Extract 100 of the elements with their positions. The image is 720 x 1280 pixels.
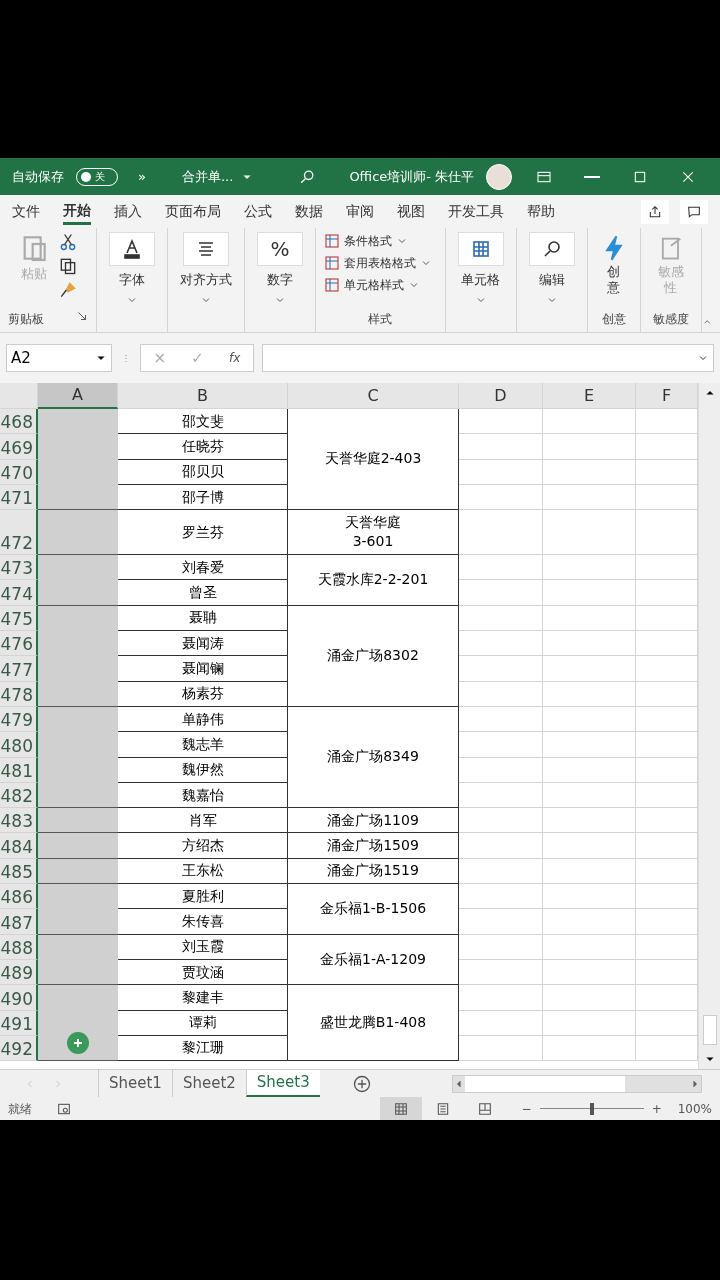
insert-function-button[interactable]: fx [229,349,241,367]
row-header[interactable]: 488 [0,934,38,960]
row-header[interactable]: 484 [0,833,38,859]
merged-cell: 金乐福1-B-1506 [288,884,459,935]
name-box[interactable]: A2 [6,344,112,372]
plus-icon [72,1037,84,1050]
style-menu-button[interactable]: 套用表格格式 [324,254,432,272]
merged-cell: 天霞水库2-2-201 [288,555,459,606]
column-header[interactable]: B [118,383,288,409]
ribbon-button[interactable]: 编辑 [524,232,579,306]
row-header[interactable]: 470 [0,459,38,485]
format-grid-icon [324,233,340,249]
row-header[interactable]: 472 [0,510,38,556]
ribbon-tab[interactable]: 帮助 [527,198,555,225]
copy-button[interactable] [58,256,78,276]
zoom-percentage[interactable]: 100% [677,1099,712,1118]
ribbon-tab[interactable]: 插入 [114,198,142,225]
merged-cell: 金乐福1-A-1209 [288,934,459,986]
ribbon-button[interactable]: 字体 [105,232,159,306]
group-label: 样式 [368,311,393,326]
copy-icon [58,256,78,276]
view-icon [476,1100,493,1117]
view-icon [392,1100,409,1117]
share-icon [647,203,663,220]
ribbon-button[interactable]: 对齐方式 [176,232,236,306]
view-button[interactable] [379,1097,422,1120]
more-commands[interactable]: » [138,166,146,187]
zoom-thumb[interactable] [589,1102,594,1115]
ribbon-tab[interactable]: 文件 [12,198,40,225]
row-header[interactable]: 485 [0,858,38,885]
row-header[interactable]: 481 [0,757,38,783]
zoom-slider[interactable] [539,1102,644,1115]
autosave-label: 自动保存 [12,167,64,186]
file-name-dropdown[interactable]: 合并单... [181,166,254,187]
row-header[interactable]: 492 [0,1035,38,1062]
share-button[interactable] [641,199,669,224]
merged-cell: 天誉华庭2-403 [288,409,459,511]
scissors-icon [58,232,78,252]
avatar[interactable] [486,163,513,190]
row-header[interactable]: 483 [0,808,38,834]
row-header[interactable]: 476 [0,631,38,657]
column-header[interactable]: C [288,383,459,409]
style-menu-button[interactable]: 条件格式 [324,232,408,250]
group-label: 创意 [601,311,626,326]
add-sheet-button[interactable] [351,1073,372,1094]
ribbon-tab[interactable]: 页面布局 [165,198,221,225]
creative-button[interactable]: 创 意 [599,232,628,297]
column-header[interactable]: A [38,383,118,409]
merged-cell: 涌金广场1519 [288,858,459,885]
group-label: 剪贴板 [8,311,44,328]
sheet-tab[interactable]: Sheet3 [245,1070,320,1097]
launcher-icon [76,310,88,322]
row-header[interactable]: 490 [0,985,38,1011]
ribbon-button[interactable]: % 数字 [253,232,307,306]
row-header[interactable]: 486 [0,884,38,910]
row-header[interactable]: 482 [0,782,38,809]
row-header[interactable]: 491 [0,1010,38,1036]
status-text: 就绪 [8,1100,32,1118]
group-label: 敏感度 [652,311,689,326]
ribbon-tab[interactable]: 公式 [244,198,272,225]
row-header[interactable]: 489 [0,959,38,986]
comments-button[interactable] [680,199,708,224]
window-title: Office培训师- 朱仕平 [349,167,475,186]
row-header[interactable]: 475 [0,605,38,632]
scrollbar-thumb[interactable] [464,1075,625,1092]
ribbon-tab[interactable]: 视图 [397,198,425,225]
minimize-button[interactable] [584,175,601,178]
row-header[interactable]: 468 [0,409,38,435]
percent-icon: % [270,239,290,259]
ribbon-tab[interactable]: 开始 [63,198,91,225]
cut-button[interactable] [58,232,78,252]
row-header[interactable]: 479 [0,706,38,733]
column-header[interactable]: D [459,383,543,409]
merged-cell: 涌金广场1109 [288,808,459,834]
format-grid-icon [324,255,340,271]
row-header[interactable]: 469 [0,434,38,460]
style-menu-button[interactable]: 单元格样式 [324,276,420,294]
ribbon-tab[interactable]: 数据 [295,198,323,225]
row-header[interactable]: 473 [0,555,38,581]
format-painter-button[interactable] [58,280,78,300]
scrollbar-thumb[interactable] [702,1015,717,1045]
horizontal-scrollbar[interactable] [451,1074,702,1093]
paintbrush-icon [58,280,78,300]
column-header[interactable]: E [543,383,636,409]
plus-circle-icon [351,1073,372,1094]
merged-cell: 涌金广场1509 [288,833,459,859]
ribbon-button[interactable]: 单元格 [453,232,508,306]
format-grid-icon [324,277,340,293]
zoom-in-button[interactable]: + [651,1099,662,1118]
zoom-out-button[interactable]: − [521,1099,532,1118]
row-header[interactable]: 478 [0,681,38,707]
ribbon-tab[interactable]: 审阅 [346,198,374,225]
ribbon-tab[interactable]: 开发工具 [448,198,504,225]
row-header[interactable]: 477 [0,656,38,682]
formula-input[interactable] [262,344,714,372]
row-header[interactable]: 487 [0,909,38,935]
row-header[interactable]: 474 [0,580,38,606]
row-header[interactable]: 480 [0,732,38,758]
vertical-scrollbar[interactable] [698,383,720,1069]
row-header[interactable]: 471 [0,484,38,511]
